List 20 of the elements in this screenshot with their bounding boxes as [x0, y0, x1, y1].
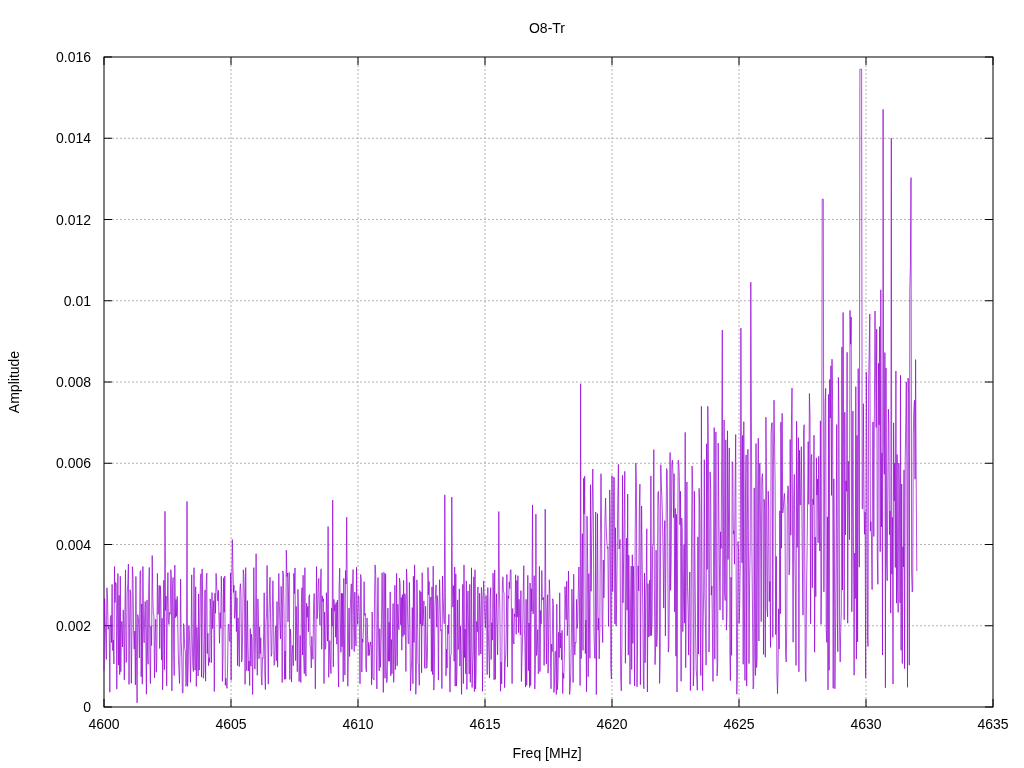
y-tick-label: 0.004: [55, 536, 91, 553]
y-tick-label: 0.006: [55, 455, 91, 472]
x-tick-label: 4635: [977, 716, 1009, 732]
x-tick-label: 4610: [342, 716, 374, 732]
x-tick-label: 4630: [850, 716, 882, 732]
x-tick-label: 4605: [215, 716, 247, 732]
y-tick-label: 0.014: [55, 130, 91, 147]
y-tick-label: 0.01: [63, 292, 91, 309]
x-tick-label: 4600: [88, 716, 120, 732]
y-tick-label: 0: [83, 699, 91, 715]
y-tick-label: 0.008: [55, 374, 91, 390]
y-axis-label: Amplitude: [6, 350, 22, 414]
y-tick-label: 0.016: [55, 49, 91, 65]
y-tick-label: 0.012: [55, 211, 91, 228]
x-tick-label: 4620: [596, 716, 628, 732]
y-tick-label: 0.002: [55, 617, 91, 634]
chart-title: O8-Tr: [529, 20, 565, 36]
x-tick-label: 4615: [469, 716, 501, 732]
x-axis-label: Freq [MHz]: [512, 745, 582, 761]
x-tick-label: 4625: [723, 716, 755, 732]
